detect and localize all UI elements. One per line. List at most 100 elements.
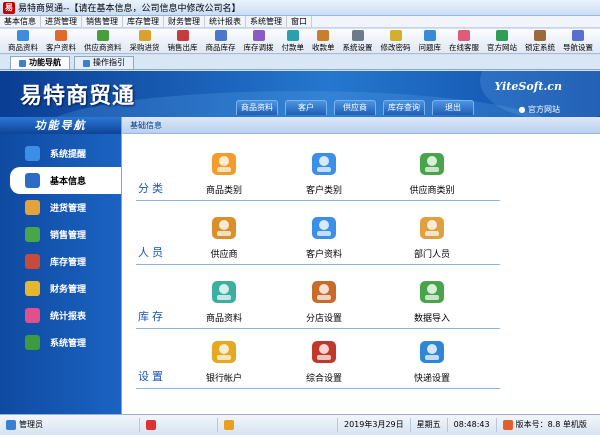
sidebar: 功能导航 系统提醒 基本信息 进货管理 销售管理 库存管理 财务管理 统计报表 系统管理	[0, 117, 121, 414]
sidebar-item-icon	[25, 281, 40, 296]
sidebar-item-3[interactable]: 销售管理	[0, 221, 121, 248]
menu-purchase[interactable]: 进货管理	[41, 16, 82, 27]
toolbar-help-button[interactable]: 问题库	[415, 29, 446, 53]
nav-exit-button[interactable]: 退出	[432, 100, 474, 115]
toolbar-box-button[interactable]: 商品资料	[4, 29, 42, 53]
item-supplier-tree[interactable]: 供应商类别	[392, 149, 472, 196]
nav-goods-button[interactable]: 商品资料	[236, 100, 278, 115]
nav-icon	[572, 30, 584, 41]
item-label: 供应商	[210, 250, 238, 260]
item-label: 客户资料	[305, 250, 342, 260]
user-tree-icon	[307, 149, 341, 179]
toolbar-key-button[interactable]: 修改密码	[377, 29, 415, 53]
site-url[interactable]: YiteSoft.cn	[494, 80, 562, 93]
nav-stock-query-button[interactable]: 库存查询	[383, 100, 425, 115]
sidebar-item-4[interactable]: 库存管理	[0, 248, 121, 275]
section-label: 库存	[138, 310, 166, 323]
menu-report[interactable]: 统计报表	[205, 16, 246, 27]
supplier-icon	[96, 30, 109, 41]
toolbar-label: 商品库存	[205, 43, 236, 52]
item-label: 商品资料	[205, 314, 242, 324]
tab-bar: 功能导航 操作指引	[0, 55, 600, 70]
status-date: 2019年3月29日	[338, 418, 411, 432]
item-customer[interactable]: 客户资料	[284, 213, 364, 260]
sidebar-item-6[interactable]: 统计报表	[0, 302, 121, 329]
status-blank-2	[218, 418, 338, 432]
user-name: 管理员	[19, 420, 43, 429]
toolbar-receive-button[interactable]: 收款单	[308, 29, 339, 53]
nav-supplier-button[interactable]: 供应商	[334, 100, 376, 115]
sidebar-item-0[interactable]: 系统提醒	[0, 140, 121, 167]
sidebar-item-5[interactable]: 财务管理	[0, 275, 121, 302]
menu-sales[interactable]: 销售管理	[82, 16, 123, 27]
item-tools[interactable]: 综合设置	[284, 337, 364, 384]
item-user-tree[interactable]: 客户类别	[284, 149, 364, 196]
box-icon	[17, 30, 29, 41]
gear-icon	[351, 30, 364, 41]
toolbar-label: 采购进货	[129, 43, 160, 52]
item-supplier-person[interactable]: 供应商	[184, 213, 264, 260]
item-house[interactable]: 分店设置	[284, 277, 364, 324]
sidebar-item-2[interactable]: 进货管理	[0, 194, 121, 221]
sidebar-item-label: 库存管理	[50, 258, 87, 268]
toolbar-globe-button[interactable]: 官方网站	[483, 29, 521, 53]
nav-tab-icon	[19, 59, 26, 67]
toolbar-label: 官方网站	[487, 43, 517, 52]
item-label: 快递设置	[413, 374, 450, 384]
toolbar-stock-button[interactable]: 商品库存	[202, 29, 240, 53]
section-label: 设置	[138, 370, 166, 383]
lock-icon	[534, 30, 546, 41]
toolbar-pay-button[interactable]: 付款单	[278, 29, 309, 53]
nav-customer-button[interactable]: 客户	[285, 100, 327, 115]
item-import[interactable]: 数据导入	[392, 277, 472, 324]
menu-basic[interactable]: 基本信息	[0, 16, 41, 27]
item-label: 银行帐户	[205, 374, 242, 384]
item-label: 商品类别	[205, 186, 242, 196]
transfer-icon	[252, 30, 265, 41]
money-bag-icon	[207, 337, 241, 367]
sidebar-item-7[interactable]: 系统管理	[0, 329, 121, 356]
status-user: 管理员	[0, 418, 140, 432]
item-mail[interactable]: 快递设置	[392, 337, 472, 384]
tab-operation-guide[interactable]: 操作指引	[74, 56, 134, 69]
toolbar-transfer-button[interactable]: 库存调拨	[240, 29, 278, 53]
menu-window[interactable]: 窗口	[287, 16, 312, 27]
menu-bar: 基本信息 进货管理 销售管理 库存管理 财务管理 统计报表 系统管理 窗口	[0, 16, 600, 28]
cubes-icon	[207, 277, 241, 307]
item-tree[interactable]: 商品类别	[184, 149, 264, 196]
tab-function-nav[interactable]: 功能导航	[10, 56, 70, 69]
brand-logo: 易特商贸通	[20, 83, 136, 109]
sidebar-item-icon	[25, 254, 40, 269]
toolbar-chat-button[interactable]: 在线客服	[445, 29, 483, 53]
chat-icon	[458, 30, 470, 41]
toolbar-cart-button[interactable]: 采购进货	[126, 29, 164, 53]
sidebar-item-label: 进货管理	[50, 204, 87, 214]
toolbar-label: 修改密码	[380, 43, 411, 52]
toolbar-label: 锁定系统	[525, 43, 555, 52]
section-divider	[136, 328, 500, 329]
item-staff[interactable]: 部门人员	[392, 213, 472, 260]
sidebar-item-icon	[25, 335, 40, 350]
menu-stock[interactable]: 库存管理	[123, 16, 164, 27]
toolbar-users-button[interactable]: 客户资料	[42, 29, 80, 53]
toolbar-label: 销售出库	[167, 43, 198, 52]
sidebar-item-1[interactable]: 基本信息	[10, 167, 121, 194]
menu-finance[interactable]: 财务管理	[164, 16, 205, 27]
toolbar-gear-button[interactable]: 系统设置	[339, 29, 377, 53]
toolbar-supplier-button[interactable]: 供应商资料	[80, 29, 126, 53]
menu-system[interactable]: 系统管理	[246, 16, 287, 27]
official-site-link[interactable]: ● 官方网站	[518, 104, 560, 115]
toolbar-label: 库存调拨	[243, 43, 274, 52]
item-cubes[interactable]: 商品资料	[184, 277, 264, 324]
tools-icon	[307, 337, 341, 367]
sidebar-item-icon	[25, 308, 40, 323]
sidebar-item-icon	[25, 146, 40, 161]
toolbar-nav-button[interactable]: 导航设置	[559, 29, 597, 53]
banner-nav: 商品资料 客户 供应商 库存查询 退出	[236, 100, 481, 115]
item-label: 数据导入	[413, 314, 450, 324]
status-bar: 管理员 2019年3月29日 星期五 08:48:43 版本号：8.8 单机版	[0, 414, 600, 435]
toolbar-lock-button[interactable]: 锁定系统	[521, 29, 559, 53]
toolbar-sale-button[interactable]: 销售出库	[164, 29, 202, 53]
item-money-bag[interactable]: 银行帐户	[184, 337, 264, 384]
breadcrumb: 基础信息	[122, 117, 600, 134]
